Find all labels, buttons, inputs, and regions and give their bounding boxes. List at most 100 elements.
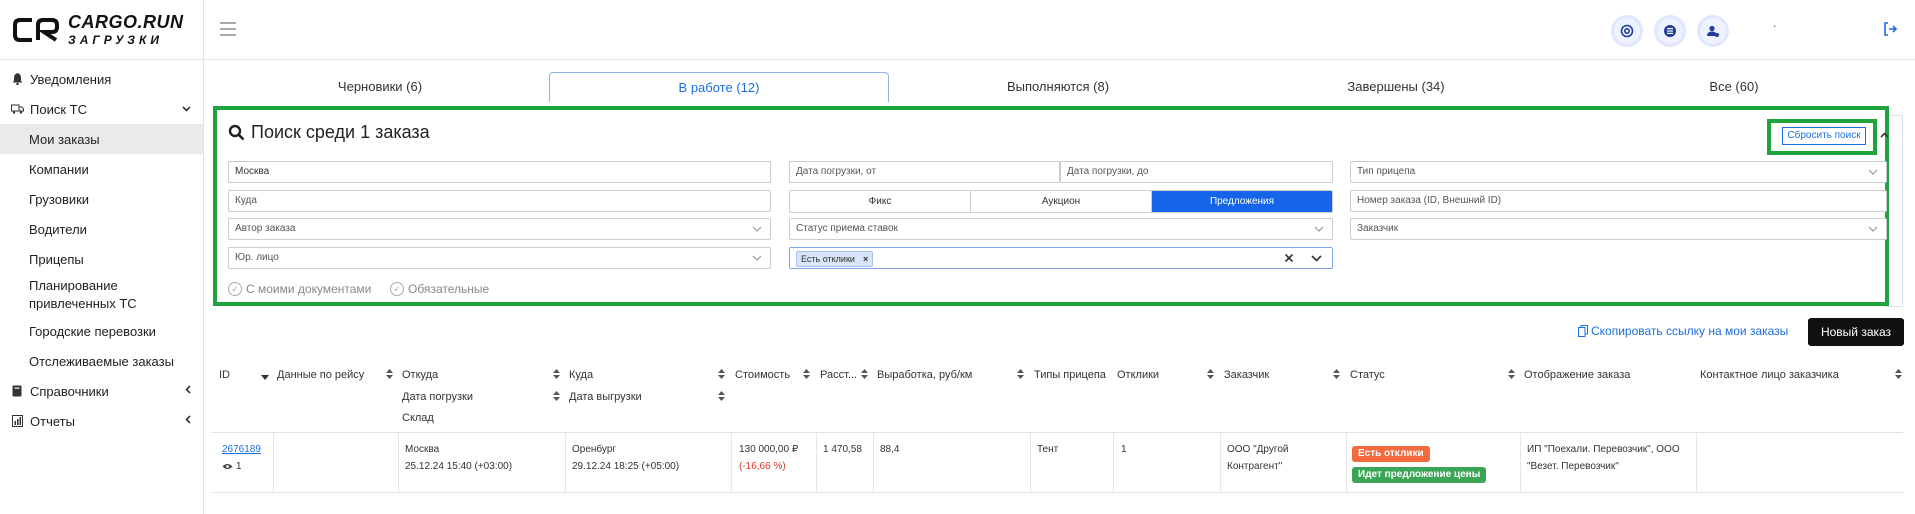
customer-select[interactable]: Заказчик xyxy=(1350,218,1887,240)
author-select[interactable]: Автор заказа xyxy=(228,218,771,240)
header-to[interactable]: Куда xyxy=(569,369,593,381)
sort-icon[interactable] xyxy=(1508,369,1515,379)
sort-icon[interactable] xyxy=(803,369,810,379)
eye-icon xyxy=(222,464,233,469)
user-settings-icon[interactable] xyxy=(1700,18,1726,44)
sort-icon[interactable] xyxy=(553,391,560,401)
tab-completed[interactable]: Завершены (34) xyxy=(1227,72,1565,102)
from-field[interactable]: Москва xyxy=(228,161,771,183)
mode-fix-button[interactable]: Фикс xyxy=(790,191,971,212)
new-order-button[interactable]: Новый заказ xyxy=(1808,318,1904,346)
chevron-down-icon xyxy=(752,248,762,276)
check-icon: ✓ xyxy=(390,282,404,296)
header-status[interactable]: Статус xyxy=(1350,369,1385,381)
logo[interactable]: CARGO.RUN ЗАГРУЗКИ xyxy=(0,0,203,60)
legal-entity-placeholder: Юр. лицо xyxy=(235,252,279,263)
header-route-data[interactable]: Данные по рейсу xyxy=(277,369,364,381)
bid-status-select[interactable]: Статус приема ставок xyxy=(789,218,1333,240)
cell-customer: ООО "Другой Контрагент" xyxy=(1227,441,1288,475)
required-checkbox[interactable]: ✓ Обязательные xyxy=(390,282,489,296)
reset-search-button[interactable]: Сбросить поиск xyxy=(1782,127,1866,145)
sidebar-item-tracked-orders[interactable]: Отслеживаемые заказы xyxy=(0,346,203,376)
sort-icon[interactable] xyxy=(553,369,560,379)
header-output[interactable]: Выработка, руб/км xyxy=(877,369,972,381)
mode-offers-button[interactable]: Предложения xyxy=(1152,191,1332,212)
chevron-down-icon xyxy=(1868,219,1878,247)
date-from-field[interactable]: Дата погрузки, от xyxy=(789,161,1060,183)
sidebar-item-city-transport[interactable]: Городские перевозки xyxy=(0,316,203,346)
tab-in-work[interactable]: В работе (12) xyxy=(549,72,889,102)
header-load-date[interactable]: Дата погрузки xyxy=(402,391,473,403)
date-to-field[interactable]: Дата погрузки, до xyxy=(1060,161,1333,183)
selected-tag: Есть отклики × xyxy=(796,251,874,267)
header-distance[interactable]: Расст... xyxy=(820,369,857,381)
sidebar-item-trailers[interactable]: Прицепы xyxy=(0,244,203,274)
sort-icon[interactable] xyxy=(1207,369,1214,379)
sort-icon[interactable] xyxy=(1895,369,1902,379)
header-from[interactable]: Откуда xyxy=(402,369,438,381)
responses-value: 1 xyxy=(1121,444,1127,455)
copy-link-button[interactable]: Скопировать ссылку на мои заказы xyxy=(1578,324,1788,338)
sidebar-item-companies[interactable]: Компании xyxy=(0,154,203,184)
header-order-display[interactable]: Отображение заказа xyxy=(1524,369,1630,381)
sort-icon[interactable] xyxy=(1333,369,1340,379)
sort-icon[interactable] xyxy=(1017,369,1024,379)
to-field[interactable]: Куда xyxy=(228,190,771,212)
bid-status-placeholder: Статус приема ставок xyxy=(796,223,898,234)
my-documents-checkbox[interactable]: ✓ С моими документами xyxy=(228,282,371,296)
chevron-down-icon[interactable] xyxy=(1311,248,1322,275)
header-unload-date[interactable]: Дата выгрузки xyxy=(569,391,642,403)
sidebar-item-label: Отчеты xyxy=(30,413,75,429)
sidebar-item-label: Уведомления xyxy=(30,71,112,87)
cost-value: 130 000,00 ₽ xyxy=(739,444,799,455)
header-contact[interactable]: Контактное лицо заказчика xyxy=(1700,369,1839,381)
chevron-down-icon xyxy=(1314,219,1324,247)
display-line-2: "Везет. Перевозчик" xyxy=(1527,461,1619,472)
header-trailer-types[interactable]: Типы прицепа xyxy=(1034,369,1106,381)
tab-all[interactable]: Все (60) xyxy=(1565,72,1903,102)
support-icon[interactable] xyxy=(1614,18,1640,44)
sidebar-item-references[interactable]: Справочники xyxy=(0,376,203,406)
distance-value: 1 470,58 xyxy=(823,444,862,455)
header-cost[interactable]: Стоимость xyxy=(735,369,790,381)
order-id-link[interactable]: 2676189 xyxy=(222,444,261,455)
sidebar-item-label: Водители xyxy=(29,221,87,237)
tag-remove-icon[interactable]: × xyxy=(863,254,868,264)
header-responses[interactable]: Отклики xyxy=(1117,369,1159,381)
col-divider xyxy=(1346,432,1347,492)
tab-drafts[interactable]: Черновики (6) xyxy=(211,72,549,102)
list-icon[interactable] xyxy=(1657,18,1683,44)
sort-icon[interactable] xyxy=(861,369,868,379)
chevron-down-icon xyxy=(752,219,762,247)
clear-icon[interactable] xyxy=(1284,248,1294,274)
chevron-up-icon[interactable] xyxy=(1880,130,1889,141)
order-number-field[interactable]: Номер заказа (ID, Внешний ID) xyxy=(1350,190,1887,212)
menu-icon[interactable] xyxy=(220,22,236,36)
sidebar-item-planning[interactable]: Планирование привлеченных ТС xyxy=(0,274,203,316)
header-warehouse[interactable]: Склад xyxy=(402,412,434,424)
views-count: 1 xyxy=(236,461,242,472)
sort-icon[interactable] xyxy=(386,369,393,379)
sidebar-item-reports[interactable]: Отчеты xyxy=(0,406,203,436)
sidebar-item-my-orders[interactable]: Мои заказы xyxy=(0,124,203,154)
header-id[interactable]: ID xyxy=(219,369,230,381)
sidebar-item-search-ts[interactable]: Поиск ТС xyxy=(0,94,203,124)
copy-icon xyxy=(1578,325,1588,337)
topbar: . xyxy=(204,0,1915,60)
sidebar-item-trucks[interactable]: Грузовики xyxy=(0,184,203,214)
table-divider xyxy=(211,492,1903,493)
sort-desc-icon[interactable] xyxy=(261,375,269,380)
responses-multiselect[interactable]: Есть отклики × xyxy=(789,247,1333,269)
mode-auction-button[interactable]: Аукцион xyxy=(971,191,1152,212)
col-divider xyxy=(565,432,566,492)
sort-icon[interactable] xyxy=(718,369,725,379)
logout-icon[interactable] xyxy=(1883,22,1898,36)
header-customer[interactable]: Заказчик xyxy=(1224,369,1269,381)
sidebar-item-drivers[interactable]: Водители xyxy=(0,214,203,244)
legal-entity-select[interactable]: Юр. лицо xyxy=(228,247,771,269)
sidebar-item-notifications[interactable]: Уведомления xyxy=(0,64,203,94)
tab-in-progress[interactable]: Выполняются (8) xyxy=(889,72,1227,102)
table-row: 2676189 1 xyxy=(222,441,261,476)
trailer-type-select[interactable]: Тип прицепа xyxy=(1350,161,1887,183)
sort-icon[interactable] xyxy=(718,391,725,401)
